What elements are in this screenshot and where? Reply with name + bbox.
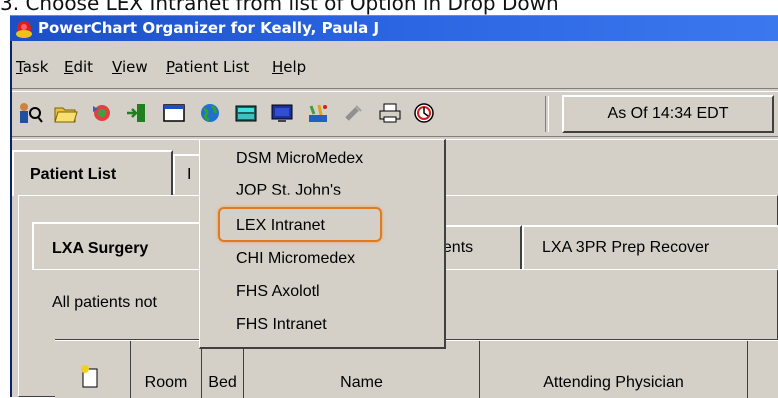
exit-icon[interactable] <box>124 100 152 126</box>
as-of-button[interactable]: As Of 14:34 EDT <box>562 95 774 133</box>
calculator-icon[interactable] <box>232 100 260 126</box>
menu-view[interactable]: View <box>112 58 148 76</box>
app-icon <box>16 21 32 38</box>
web-links-dropdown: DSM MicroMedex JOP St. John's LEX Intran… <box>199 139 446 349</box>
menu-help[interactable]: Help <box>272 58 306 76</box>
web-globe-icon[interactable] <box>196 100 224 126</box>
tab-second-label: I <box>187 166 192 183</box>
column-header-bed-label: Bed <box>208 374 237 391</box>
lex-intranet-highlight <box>218 207 382 242</box>
plug-icon[interactable] <box>340 100 368 126</box>
toolbar-separator <box>545 96 549 132</box>
window-icon[interactable] <box>160 100 188 126</box>
subtab-lxa-3pr[interactable]: LXA 3PR Prep Recover <box>522 225 778 269</box>
pill-tool-icon[interactable] <box>304 100 332 126</box>
subtab-lxa-3pr-label: LXA 3PR Prep Recover <box>542 239 710 256</box>
menu-separator <box>12 88 778 92</box>
column-header-attending-physician-label: Attending Physician <box>543 374 684 391</box>
menu-task[interactable]: Task <box>16 58 48 76</box>
column-header-name[interactable]: Name <box>244 341 480 398</box>
dropdown-item-chi-micromedex[interactable]: CHI Micromedex <box>236 250 355 268</box>
refresh-icon[interactable] <box>88 100 116 126</box>
dropdown-item-dsm-micromedex[interactable]: DSM MicroMedex <box>236 150 363 168</box>
subtab-lxa-surgery-label: LXA Surgery <box>52 240 149 257</box>
menu-patient-list[interactable]: Patient List <box>166 58 249 76</box>
patient-search-icon[interactable] <box>16 100 44 126</box>
column-header-name-label: Name <box>340 374 383 391</box>
window-title: PowerChart Organizer for Keally, Paula J <box>38 19 380 37</box>
monitor-icon[interactable] <box>268 100 296 126</box>
dropdown-item-fhs-axolotl[interactable]: FHS Axolotl <box>236 283 320 301</box>
dropdown-item-jop-st-johns[interactable]: JOP St. John's <box>236 182 341 195</box>
column-header-room-label: Room <box>144 374 188 391</box>
tab-patient-list-label: Patient List <box>30 166 117 183</box>
menu-edit[interactable]: Edit <box>64 58 93 76</box>
column-header-attending-physician[interactable]: Attending Physician <box>480 341 748 398</box>
column-header-bed[interactable]: Bed <box>202 341 244 398</box>
print-icon[interactable] <box>376 100 404 126</box>
clock-icon[interactable] <box>410 100 438 126</box>
filter-description: All patients not <box>52 294 157 311</box>
tab-patient-list[interactable]: Patient List <box>12 150 173 196</box>
column-header-room[interactable]: Room <box>131 341 202 398</box>
folder-open-icon[interactable] <box>52 100 80 126</box>
dropdown-item-fhs-intranet[interactable]: FHS Intranet <box>236 316 327 334</box>
column-header-icon[interactable] <box>55 341 131 398</box>
window-title-bar: PowerChart Organizer for Keally, Paula J <box>10 15 778 42</box>
document-header-icon <box>81 365 98 388</box>
subtab-lxa-surgery[interactable]: LXA Surgery <box>32 222 208 270</box>
